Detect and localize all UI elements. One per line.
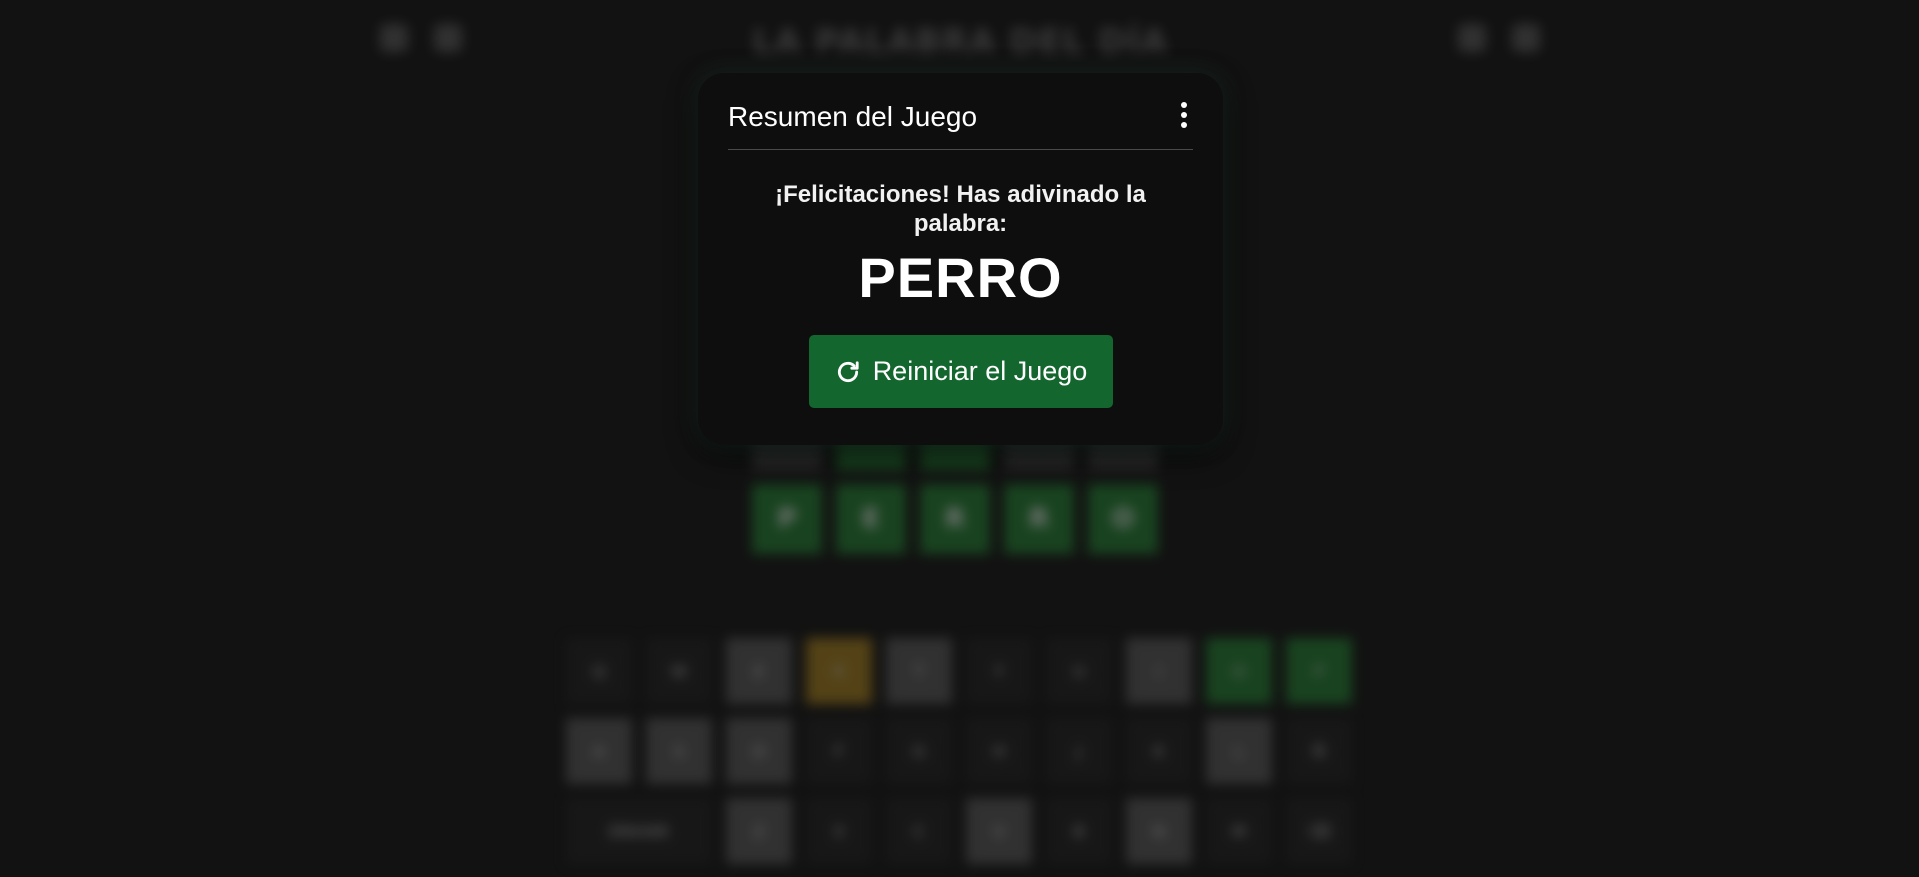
game-summary-dialog: Resumen del Juego ¡Felicitaciones! Has a… [698, 73, 1223, 445]
keyboard-key[interactable]: T [886, 638, 952, 704]
keyboard-key[interactable]: Z [726, 798, 792, 864]
keyboard-key[interactable]: B [1046, 798, 1112, 864]
keyboard-key[interactable]: ⌫ [1286, 798, 1352, 864]
dialog-title: Resumen del Juego [728, 101, 978, 132]
keyboard-key[interactable]: K [1126, 718, 1192, 784]
keyboard-key[interactable]: J [1046, 718, 1112, 784]
keyboard-key[interactable]: R [806, 638, 872, 704]
keyboard-key[interactable]: U [1046, 638, 1112, 704]
keyboard-key[interactable]: F [806, 718, 872, 784]
settings-icon[interactable] [1512, 24, 1540, 52]
language-icon[interactable] [1458, 24, 1486, 52]
keyboard-row: QWERTYUIOP [566, 638, 1356, 704]
more-vertical-icon[interactable] [1175, 99, 1193, 131]
keyboard-key[interactable]: A [566, 718, 632, 784]
answer-word: PERRO [858, 246, 1063, 309]
keyboard-key[interactable]: D [726, 718, 792, 784]
board-tile: E [836, 484, 906, 554]
keyboard-key[interactable]: V [966, 798, 1032, 864]
app-title: LA PALABRA DEL DÍA [751, 22, 1169, 62]
board-row: PERRO [752, 484, 1158, 554]
keyboard-key[interactable]: N [1126, 798, 1192, 864]
restart-game-button[interactable]: Reiniciar el Juego [809, 335, 1113, 408]
restart-game-label: Reiniciar el Juego [872, 356, 1088, 386]
keyboard-key[interactable]: G [886, 718, 952, 784]
keyboard-key[interactable]: E [726, 638, 792, 704]
board-tile: O [1088, 484, 1158, 554]
keyboard-row: ENVIAR Z X C V B N M ⌫ [566, 798, 1356, 864]
keyboard-row: ASDFGHJKLÑ [566, 718, 1356, 784]
board-tile: R [920, 484, 990, 554]
keyboard-key[interactable]: Y [966, 638, 1032, 704]
keyboard-key[interactable]: C [886, 798, 952, 864]
keyboard-key[interactable]: ENVIAR [566, 798, 712, 864]
keyboard-key[interactable]: S [646, 718, 712, 784]
board-tile: R [1004, 484, 1074, 554]
refresh-icon [835, 359, 861, 385]
dialog-header: Resumen del Juego [728, 97, 1193, 150]
on-screen-keyboard: Q W E R T Y U I O P A S D F G H J K L Ñ ENVIAR Z X C V B N M ⌫ [566, 638, 1356, 877]
keyboard-key[interactable]: H [966, 718, 1032, 784]
keyboard-key[interactable]: Ñ [1286, 718, 1352, 784]
board-tile: P [752, 484, 822, 554]
game-screen: LA PALABRA DEL DÍA PERRO QWERTYUIOPASDFG… [0, 0, 1919, 877]
keyboard-key[interactable]: P [1286, 638, 1352, 704]
keyboard-key[interactable]: I [1126, 638, 1192, 704]
keyboard-key[interactable]: O [1206, 638, 1272, 704]
keyboard-key[interactable]: W [646, 638, 712, 704]
keyboard-key[interactable]: L [1206, 718, 1272, 784]
keyboard-key[interactable]: M [1206, 798, 1272, 864]
keyboard-key[interactable]: X [806, 798, 872, 864]
congratulations-message: ¡Felicitaciones! Has adivinado la palabr… [775, 181, 1146, 237]
app-header: LA PALABRA DEL DÍA [370, 16, 1550, 62]
keyboard-key[interactable]: Q [566, 638, 632, 704]
